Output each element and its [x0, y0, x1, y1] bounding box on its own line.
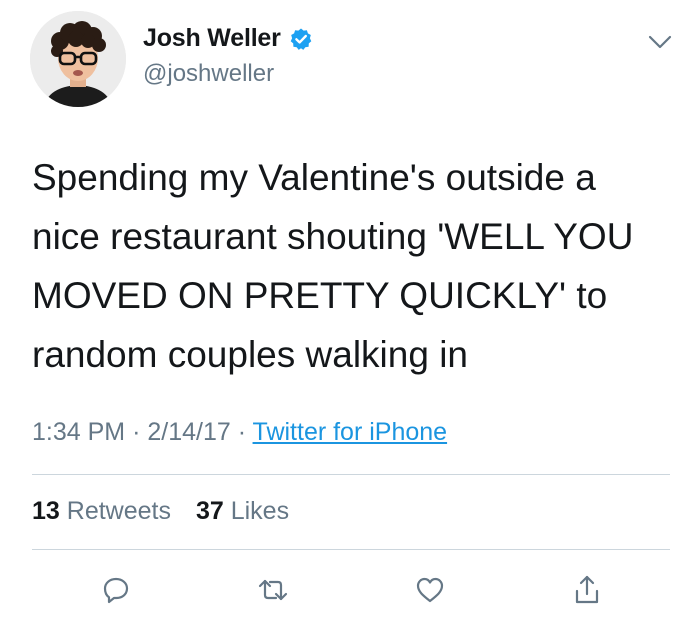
chevron-down-icon[interactable] [646, 32, 674, 52]
author-name-row[interactable]: Josh Weller [143, 24, 313, 53]
likes-label: Likes [230, 497, 290, 525]
tweet-stats: 13 Retweets 37 Likes [32, 497, 307, 526]
retweets-count: 13 [32, 497, 60, 525]
retweets-label: Retweets [66, 497, 171, 525]
meta-separator: · [237, 418, 247, 446]
reply-icon [101, 575, 131, 610]
tweet-meta: 1:34 PM · 2/14/17 · Twitter for iPhone [32, 418, 447, 447]
heart-icon [414, 575, 446, 610]
tweet-line: MOVED ON PRETTY QUICKLY' to [32, 275, 608, 316]
divider [32, 549, 670, 550]
retweet-icon [257, 575, 289, 610]
retweets-stat[interactable]: 13 Retweets [32, 497, 171, 525]
likes-stat[interactable]: 37 Likes [196, 497, 289, 525]
avatar-photo [30, 11, 126, 107]
tweet-line: nice restaurant shouting 'WELL YOU [32, 216, 634, 257]
tweet-date[interactable]: 2/14/17 [147, 418, 230, 446]
tweet-time[interactable]: 1:34 PM [32, 418, 125, 446]
display-name[interactable]: Josh Weller [143, 24, 281, 53]
tweet-source-link[interactable]: Twitter for iPhone [253, 418, 448, 446]
like-button[interactable] [410, 572, 450, 612]
tweet-text: Spending my Valentine's outside a nice r… [32, 148, 682, 384]
tweet-line: random couples walking in [32, 334, 469, 375]
user-handle[interactable]: @joshweller [143, 60, 274, 88]
likes-count: 37 [195, 497, 224, 525]
tweet-line: Spending my Valentine's outside a [32, 157, 596, 198]
avatar[interactable] [30, 11, 126, 107]
verified-badge-icon [289, 27, 313, 51]
share-button[interactable] [567, 572, 607, 612]
divider [32, 474, 670, 475]
meta-separator: · [132, 418, 141, 446]
share-icon [572, 574, 602, 611]
retweet-button[interactable] [253, 572, 293, 612]
reply-button[interactable] [96, 572, 136, 612]
